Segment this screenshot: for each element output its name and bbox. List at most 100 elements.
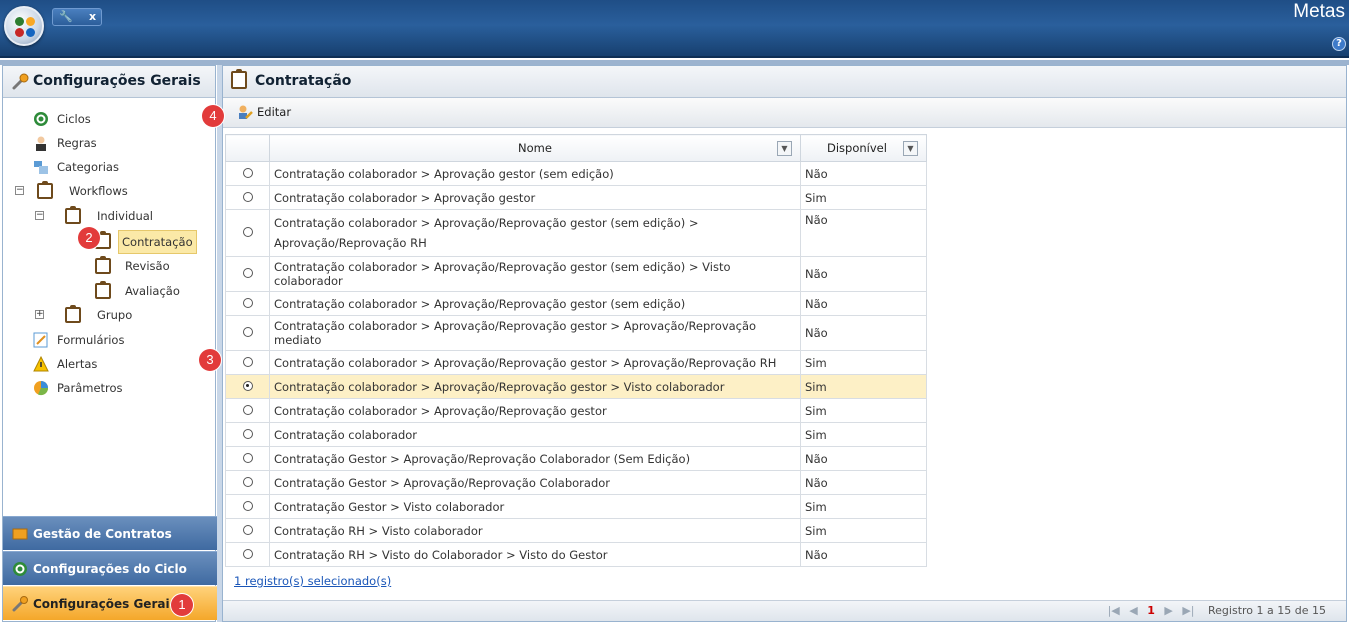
contract-icon [12, 528, 28, 540]
row-radio[interactable] [242, 167, 253, 178]
cell-disponivel: Não [800, 209, 927, 257]
column-menu-icon[interactable]: ▼ [777, 141, 792, 156]
row-radio[interactable] [242, 524, 253, 535]
row-select-cell[interactable] [225, 518, 270, 543]
grid-header-select [225, 134, 270, 162]
help-icon[interactable]: ? [1332, 37, 1346, 51]
row-select-cell[interactable] [225, 374, 270, 399]
row-select-cell[interactable] [225, 398, 270, 423]
wrench-icon: 🔧 [59, 10, 73, 23]
sidebar-header: Configurações Gerais [3, 66, 215, 98]
row-select-cell[interactable] [225, 446, 270, 471]
callout-badge: 1 [171, 594, 193, 616]
row-radio[interactable] [242, 380, 253, 391]
cell-disponivel: Sim [800, 518, 927, 543]
clipboard-icon [95, 256, 111, 274]
row-select-cell[interactable] [225, 470, 270, 495]
table-row[interactable]: Contratação Gestor > Aprovação/Reprovaçã… [225, 446, 927, 471]
row-select-cell[interactable] [225, 185, 270, 210]
main-header: Contratação [223, 66, 1346, 98]
row-select-cell[interactable] [225, 209, 270, 257]
row-select-cell[interactable] [225, 350, 270, 375]
row-radio[interactable] [242, 191, 253, 202]
next-page-icon[interactable]: ▶ [1164, 604, 1172, 617]
row-select-cell[interactable] [225, 256, 270, 292]
cell-nome: Contratação colaborador [269, 422, 801, 447]
table-row[interactable]: Contratação colaborador > Aprovação gest… [225, 161, 927, 186]
cell-disponivel: Sim [800, 398, 927, 423]
row-radio[interactable] [242, 356, 253, 367]
row-radio[interactable] [242, 227, 253, 237]
row-radio[interactable] [242, 428, 253, 439]
accordion-configuracoes-ciclo[interactable]: Configurações do Ciclo [3, 551, 217, 585]
cell-nome: Contratação colaborador > Aprovação/Repr… [269, 374, 801, 399]
cell-nome: Contratação Gestor > Aprovação/Reprovaçã… [269, 470, 801, 495]
close-icon[interactable]: x [89, 10, 96, 23]
cell-disponivel: Sim [800, 185, 927, 210]
cell-disponivel: Sim [800, 350, 927, 375]
wrench-icon [12, 73, 29, 90]
prev-page-icon[interactable]: ◀ [1129, 604, 1137, 617]
expand-icon[interactable]: + [35, 310, 44, 319]
first-page-icon[interactable]: |◀ [1108, 604, 1120, 617]
row-radio[interactable] [242, 297, 253, 308]
grid-header-nome[interactable]: Nome ▼ [269, 134, 801, 162]
row-radio[interactable] [242, 404, 253, 415]
table-row[interactable]: Contratação colaborador > Aprovação/Repr… [225, 398, 927, 423]
form-icon [33, 332, 48, 348]
selection-count-link[interactable]: 1 registro(s) selecionado(s) [234, 574, 391, 588]
table-row[interactable]: Contratação colaborador > Aprovação/Repr… [225, 256, 927, 292]
row-select-cell[interactable] [225, 494, 270, 519]
table-row[interactable]: Contratação colaborador > Aprovação/Repr… [225, 209, 927, 257]
cell-nome: Contratação colaborador > Aprovação gest… [269, 185, 801, 210]
status-bar: |◀ ◀ 1 ▶ ▶| Registro 1 a 15 de 15 [223, 600, 1346, 621]
row-radio[interactable] [242, 268, 253, 278]
cell-disponivel: Não [800, 542, 927, 567]
row-radio[interactable] [242, 327, 253, 337]
accordion-gestao-contratos[interactable]: Gestão de Contratos [3, 516, 217, 550]
current-page[interactable]: 1 [1147, 604, 1155, 617]
table-row[interactable]: Contratação colaborador Sim [225, 422, 927, 447]
main-panel: Contratação Editar Nome ▼ Disponível ▼ C… [222, 65, 1347, 622]
row-select-cell[interactable] [225, 291, 270, 316]
row-select-cell[interactable] [225, 315, 270, 351]
row-radio[interactable] [242, 500, 253, 511]
table-row[interactable]: Contratação colaborador > Aprovação/Repr… [225, 374, 927, 399]
row-select-cell[interactable] [225, 422, 270, 447]
last-page-icon[interactable]: ▶| [1182, 604, 1194, 617]
cell-nome: Contratação colaborador > Aprovação gest… [269, 161, 801, 186]
row-select-cell[interactable] [225, 161, 270, 186]
table-row[interactable]: Contratação colaborador > Aprovação/Repr… [225, 291, 927, 316]
row-radio[interactable] [242, 476, 253, 487]
collapse-icon[interactable]: − [15, 186, 24, 195]
table-row[interactable]: Contratação colaborador > Aprovação/Repr… [225, 350, 927, 375]
table-row[interactable]: Contratação Gestor > Aprovação/Reprovaçã… [225, 470, 927, 495]
edit-button[interactable]: Editar [237, 104, 291, 120]
table-row[interactable]: Contratação colaborador > Aprovação/Repr… [225, 315, 927, 351]
column-menu-icon[interactable]: ▼ [903, 141, 918, 156]
cell-nome: Contratação colaborador > Aprovação/Repr… [269, 398, 801, 423]
cell-disponivel: Não [800, 446, 927, 471]
cell-nome: Contratação colaborador > Aprovação/Repr… [269, 350, 801, 375]
grid-header-disponivel[interactable]: Disponível ▼ [800, 134, 927, 162]
app-logo-button[interactable] [4, 6, 44, 46]
row-select-cell[interactable] [225, 542, 270, 567]
collapse-icon[interactable]: − [35, 211, 44, 220]
table-row[interactable]: Contratação RH > Visto colaborador Sim [225, 518, 927, 543]
cell-nome: Contratação colaborador > Aprovação/Repr… [269, 291, 801, 316]
grid-header-row: Nome ▼ Disponível ▼ [225, 134, 927, 162]
grid-body: Contratação colaborador > Aprovação gest… [225, 161, 927, 567]
clipboard-icon [65, 206, 81, 224]
table-row[interactable]: Contratação Gestor > Visto colaborador Si… [225, 494, 927, 519]
table-row[interactable]: Contratação RH > Visto do Colaborador > … [225, 542, 927, 567]
cell-nome: Contratação Gestor > Aprovação/Reprovaçã… [269, 446, 801, 471]
clipboard-icon [95, 281, 111, 299]
edit-user-icon [239, 105, 253, 119]
clipboard-icon [37, 181, 53, 199]
categories-icon [34, 161, 48, 174]
row-radio[interactable] [242, 548, 253, 559]
table-row[interactable]: Contratação colaborador > Aprovação gest… [225, 185, 927, 210]
row-radio[interactable] [242, 452, 253, 463]
callout-badge: 4 [202, 105, 224, 127]
tools-tab[interactable]: 🔧 x [52, 8, 102, 26]
